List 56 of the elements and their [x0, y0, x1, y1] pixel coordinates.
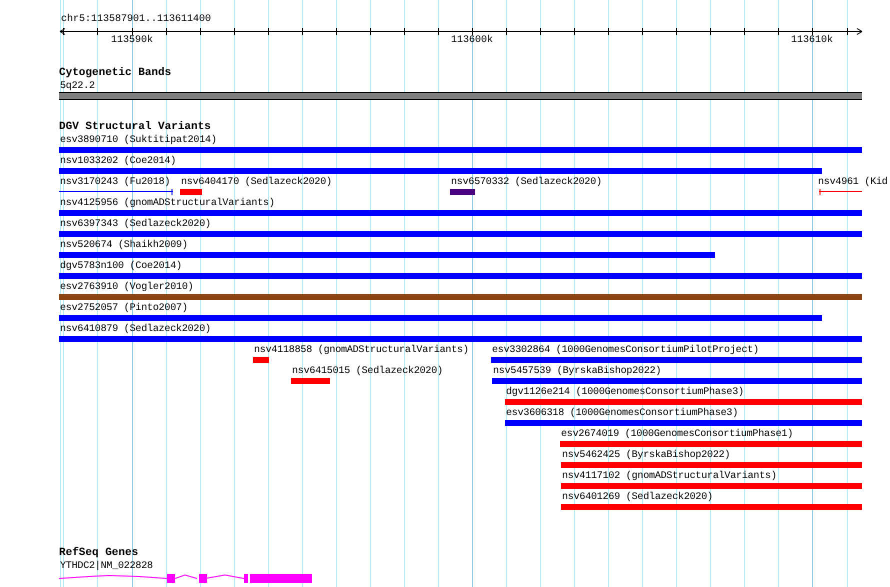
variant-bar[interactable] [561, 504, 862, 510]
feature-label: nsv520674 (Shaikh2009) [60, 240, 188, 251]
variant-bar[interactable] [561, 483, 862, 489]
feature-label: nsv4961 (Kid [818, 177, 888, 188]
variant-bar[interactable] [450, 189, 475, 195]
feature-label: 5q22.2 [60, 81, 95, 92]
feature-label: nsv6397343 (Sedlazeck2020) [60, 219, 211, 230]
feature-label: dgv1126e214 (1000GenomesConsortiumPhase3) [506, 387, 744, 398]
feature-label: nsv6570332 (Sedlazeck2020) [451, 177, 602, 188]
variant-bar[interactable] [180, 189, 202, 195]
variant-bar[interactable] [505, 399, 862, 405]
feature-label: nsv4118858 (gnomADStructuralVariants) [254, 345, 469, 356]
feature-label: esv3606318 (1000GenomesConsortiumPhase3) [506, 408, 738, 419]
track-title: DGV Structural Variants [59, 121, 211, 134]
variant-bar[interactable] [561, 462, 862, 468]
variant-bar[interactable] [59, 294, 862, 300]
variant-bar[interactable] [59, 147, 862, 153]
feature-label: nsv6415015 (Sedlazeck2020) [292, 366, 443, 377]
variant-bar[interactable] [59, 252, 715, 258]
feature-label: nsv5457539 (ByrskaBishop2022) [493, 366, 662, 377]
feature-label: nsv1033202 (Coe2014) [60, 156, 176, 167]
variant-line[interactable] [59, 189, 173, 196]
variant-bar[interactable] [59, 273, 862, 279]
feature-label: nsv6404170 (Sedlazeck2020) [181, 177, 332, 188]
variant-bar[interactable] [253, 357, 269, 363]
track-title: Cytogenetic Bands [59, 67, 172, 80]
feature-label: YTHDC2|NM_022828 [60, 561, 153, 572]
feature-label: nsv6401269 (Sedlazeck2020) [562, 492, 713, 503]
feature-label: nsv5462425 (ByrskaBishop2022) [562, 450, 730, 461]
ruler-label: 113610k [791, 35, 833, 47]
track-title: RefSeq Genes [59, 547, 138, 560]
variant-bar[interactable] [59, 336, 862, 342]
ruler-label: 113590k [111, 35, 153, 47]
variant-bar[interactable] [59, 231, 862, 237]
variant-bar[interactable] [505, 420, 862, 426]
feature-label: nsv3170243 (Fu2018) [60, 177, 170, 188]
feature-label: nsv6410879 (Sedlazeck2020) [60, 324, 211, 335]
variant-bar[interactable] [491, 357, 862, 363]
variant-bar[interactable] [59, 315, 822, 321]
variant-bar[interactable] [560, 441, 862, 447]
ruler-label: 113600k [451, 35, 493, 47]
feature-label: esv2674019 (1000GenomesConsortiumPhase1) [561, 429, 794, 440]
variant-bar[interactable] [59, 168, 822, 174]
feature-label: nsv4117102 (gnomADStructuralVariants) [562, 471, 777, 482]
feature-label: esv2763910 (Vogler2010) [60, 282, 194, 293]
feature-label: nsv4125956 (gnomADStructuralVariants) [60, 198, 275, 209]
variant-bar[interactable] [291, 378, 330, 384]
variant-line[interactable] [819, 189, 862, 196]
variant-bar[interactable] [59, 210, 862, 216]
gene-model-drawing[interactable] [59, 574, 312, 583]
feature-label: dgv5783n100 (Coe2014) [60, 261, 182, 272]
feature-label: esv3302864 (1000GenomesConsortiumPilotProject) [492, 345, 759, 356]
feature-label: esv2752057 (Pinto2007) [60, 303, 188, 314]
feature-label: esv3890710 (Suktitipat2014) [60, 135, 217, 146]
variant-bar[interactable] [492, 378, 862, 384]
location-label: chr5:113587901..113611400 [61, 14, 212, 26]
